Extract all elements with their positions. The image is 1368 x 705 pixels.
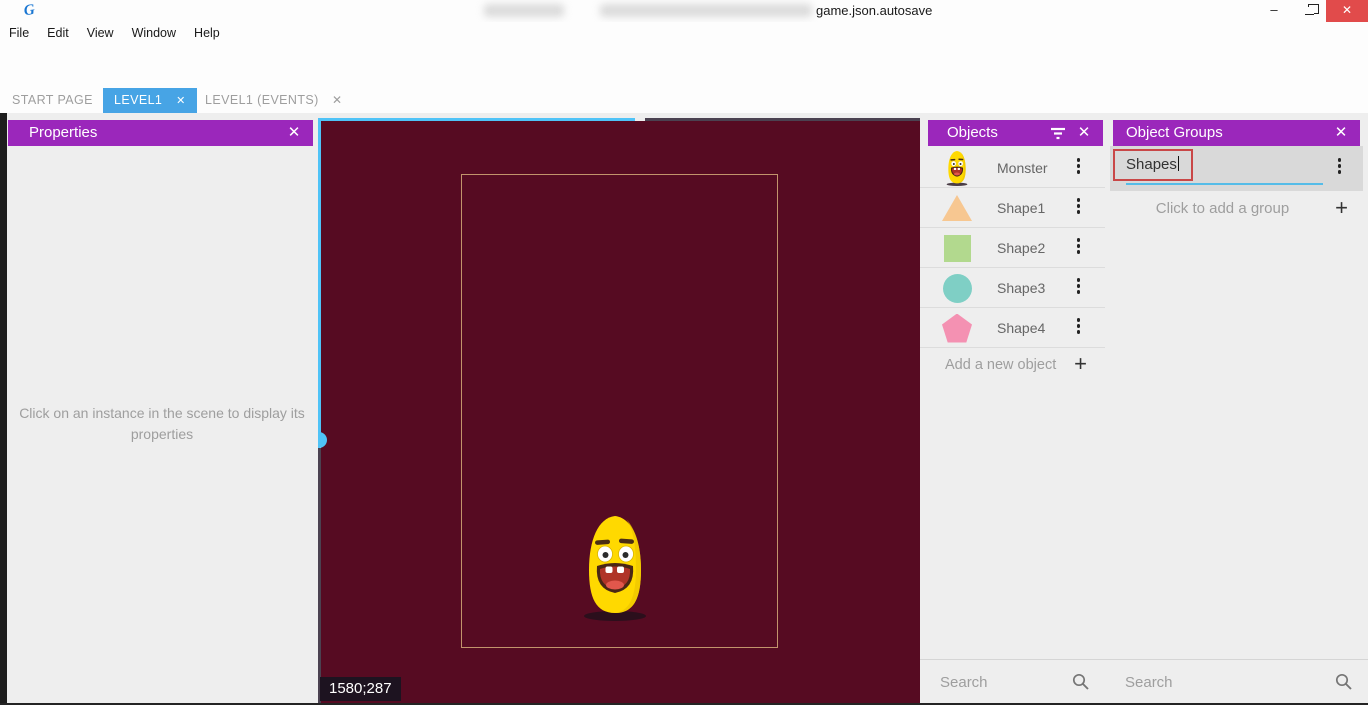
object-menu-kebab-icon[interactable] (1077, 197, 1081, 215)
restore-button[interactable] (1292, 0, 1326, 22)
search-icon (1072, 673, 1089, 690)
tab-start-page[interactable]: START PAGE (0, 88, 105, 113)
annotation-highlight-box (1113, 149, 1193, 181)
object-groups-panel-title: Object Groups (1126, 124, 1223, 141)
menu-window[interactable]: Window (123, 22, 185, 44)
object-menu-kebab-icon[interactable] (1077, 237, 1081, 255)
menu-view[interactable]: View (78, 22, 123, 44)
tab-level1-close-icon[interactable]: ✕ (176, 89, 186, 114)
properties-panel-title: Properties (29, 124, 97, 141)
object-label: Shape4 (997, 308, 1045, 348)
gdevelop-logo-icon: G (23, 1, 43, 21)
properties-close-icon[interactable]: ✕ (285, 120, 303, 146)
add-group-button[interactable]: Click to add a group + (1105, 193, 1368, 225)
cursor-coordinates: 1580;287 (320, 677, 401, 701)
objects-search-bar (920, 659, 1105, 703)
scene-vscrollbar-track[interactable] (318, 448, 321, 703)
add-object-label: Add a new object (945, 348, 1056, 382)
plus-icon: + (1335, 193, 1348, 223)
add-object-button[interactable]: Add a new object + (920, 348, 1105, 382)
object-menu-kebab-icon[interactable] (1077, 277, 1081, 295)
square-icon (941, 232, 973, 264)
menu-help[interactable]: Help (185, 22, 229, 44)
search-icon (1335, 673, 1352, 690)
left-dark-edge (0, 113, 7, 705)
title-bar: G game.json.autosave – ✕ (0, 0, 1368, 22)
objects-panel-header: Objects ✕ (928, 120, 1103, 146)
menu-edit[interactable]: Edit (38, 22, 78, 44)
gdevelop-window: G game.json.autosave – ✕ FileEditViewWin… (0, 0, 1368, 705)
tab-level1[interactable]: LEVEL1 ✕ (103, 88, 197, 113)
object-label: Shape3 (997, 268, 1045, 308)
properties-panel: Properties ✕ Click on an instance in the… (7, 113, 318, 703)
plus-icon: + (1074, 348, 1087, 380)
objects-panel: Objects ✕ Monster Shape1 Shape2 S (920, 113, 1105, 703)
object-groups-close-icon[interactable]: ✕ (1332, 120, 1350, 146)
pentagon-icon (941, 312, 973, 344)
redacted-title-segment (600, 4, 812, 17)
object-row-monster[interactable]: Monster (920, 148, 1105, 188)
object-label: Shape2 (997, 228, 1045, 268)
objects-panel-title: Objects (947, 124, 998, 141)
close-button[interactable]: ✕ (1326, 0, 1368, 22)
tab-level1-label: LEVEL1 (103, 88, 162, 113)
scene-vscrollbar[interactable] (318, 118, 321, 440)
monster-icon (944, 150, 970, 186)
restore-icon (1305, 7, 1314, 15)
tab-level1-events[interactable]: LEVEL1 (EVENTS) (205, 88, 319, 113)
objects-close-icon[interactable]: ✕ (1075, 120, 1093, 146)
group-menu-kebab-icon[interactable] (1338, 157, 1342, 175)
objects-list: Monster Shape1 Shape2 Shape3 Shape4 (920, 148, 1105, 348)
object-row-shape2[interactable]: Shape2 (920, 228, 1105, 268)
toolbar: 1:1 (0, 44, 1368, 88)
filter-icon[interactable] (1049, 125, 1067, 141)
object-groups-panel-header: Object Groups ✕ (1113, 120, 1360, 146)
tab-level1-events-close-icon[interactable]: ✕ (332, 88, 342, 113)
object-label: Monster (997, 148, 1048, 188)
tab-bar: START PAGE LEVEL1 ✕ LEVEL1 (EVENTS) ✕ (0, 88, 1368, 113)
object-row-shape3[interactable]: Shape3 (920, 268, 1105, 308)
scene-hscrollbar[interactable] (321, 118, 635, 121)
groups-search-input[interactable] (1125, 668, 1235, 696)
circle-icon (941, 272, 973, 304)
object-groups-panel: Object Groups ✕ Shapes Click to add a gr… (1105, 113, 1368, 703)
add-group-label: Click to add a group (1105, 193, 1340, 225)
properties-empty-message: Click on an instance in the scene to dis… (17, 403, 307, 445)
triangle-icon (941, 192, 973, 224)
menu-bar: FileEditViewWindowHelp (0, 22, 1368, 44)
monster-instance[interactable] (582, 513, 648, 621)
scene-hscrollbar-track[interactable] (645, 118, 920, 121)
objects-search-input[interactable] (940, 668, 1050, 696)
input-underline (1126, 183, 1323, 185)
minimize-button[interactable]: – (1256, 0, 1292, 22)
object-row-shape4[interactable]: Shape4 (920, 308, 1105, 348)
menu-file[interactable]: File (0, 22, 38, 44)
properties-panel-header: Properties ✕ (8, 120, 313, 146)
groups-search-bar (1105, 659, 1368, 703)
scene-editor-canvas[interactable]: 1580;287 (318, 113, 920, 703)
object-row-shape1[interactable]: Shape1 (920, 188, 1105, 228)
object-menu-kebab-icon[interactable] (1077, 317, 1081, 335)
object-menu-kebab-icon[interactable] (1077, 157, 1081, 175)
window-title: game.json.autosave (816, 0, 932, 22)
redacted-title-segment (484, 4, 564, 17)
object-label: Shape1 (997, 188, 1045, 228)
